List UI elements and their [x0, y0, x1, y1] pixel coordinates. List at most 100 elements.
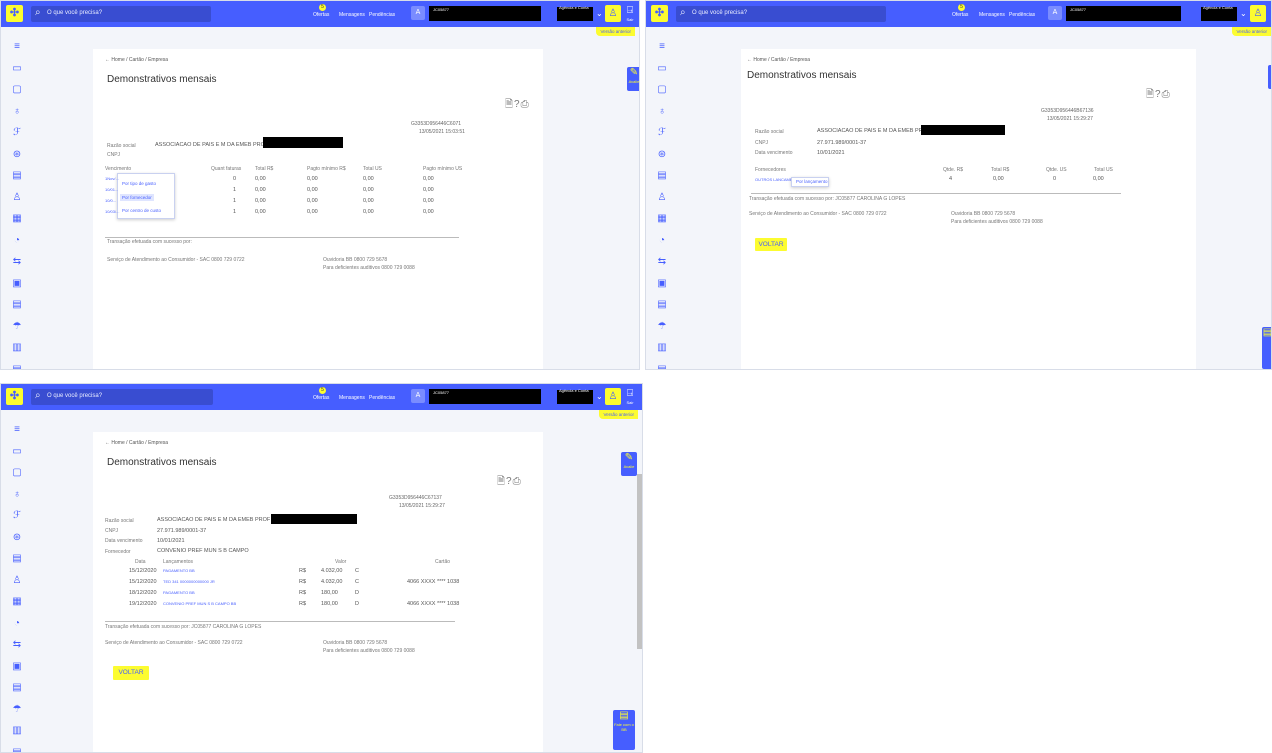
umbrella-icon[interactable]: ☂	[9, 702, 25, 718]
menu-icon[interactable]: ≡	[9, 422, 25, 438]
menu-item-por-lancamento[interactable]: Por lançamento	[794, 178, 830, 185]
avalie-button[interactable]	[1268, 65, 1271, 89]
bank-icon[interactable]: ♙	[9, 190, 25, 206]
coins-icon[interactable]: ⊛	[654, 147, 670, 163]
chevron-down-icon[interactable]: ⌄	[596, 392, 603, 401]
voltar-button[interactable]: VOLTAR	[755, 238, 787, 251]
avalie-button[interactable]: ✎ Avalie	[627, 67, 639, 91]
dollar-icon[interactable]: ℱ	[654, 125, 670, 141]
nav-mensagens[interactable]: Mensagens	[979, 12, 1005, 18]
avatar[interactable]: A	[411, 6, 425, 20]
avalie-button[interactable]: ✎ Avalie	[621, 452, 637, 476]
profile-button[interactable]: ♙	[605, 388, 621, 405]
document-icon[interactable]: ▤	[9, 297, 25, 313]
search-input[interactable]: ⌕ O que você precisa?	[676, 6, 886, 22]
coins-icon[interactable]: ⊛	[9, 147, 25, 163]
document-icon[interactable]: ▤	[654, 297, 670, 313]
avatar[interactable]: A	[1048, 6, 1062, 20]
barcode-icon[interactable]: ▥	[9, 340, 25, 356]
umbrella-icon[interactable]: ☂	[9, 319, 25, 335]
invoice-icon[interactable]: ▤	[654, 168, 670, 184]
print-icon[interactable]: ⎙	[521, 99, 530, 110]
vencimento-link[interactable]: 10/0...	[105, 198, 116, 203]
agency-account-selector[interactable]: Agência e Conta	[1201, 5, 1237, 21]
dollar-icon[interactable]: ℱ	[9, 125, 25, 141]
menu-icon[interactable]: ≡	[654, 39, 670, 55]
bb-logo-icon[interactable]: ✣	[6, 388, 23, 405]
agency-account-selector[interactable]: Agência e Conta	[557, 388, 593, 404]
document-icon[interactable]: ▤	[9, 680, 25, 696]
nav-ofertas[interactable]: Ofertas	[313, 12, 329, 18]
bb-logo-icon[interactable]: ✣	[6, 5, 23, 22]
avatar[interactable]: A	[411, 389, 425, 403]
previous-version-button[interactable]: Versão anterior	[596, 27, 635, 36]
menu-item-centro-custo[interactable]: Por centro de custo	[120, 207, 163, 214]
investment-icon[interactable]: ◔	[9, 233, 25, 249]
nav-mensagens[interactable]: Mensagens	[339, 395, 365, 401]
vencimento-link[interactable]: 1Nov/...	[105, 176, 119, 181]
account-icon[interactable]: ▭	[9, 61, 25, 77]
save-icon[interactable]: 🗎	[497, 476, 506, 487]
savings-icon[interactable]: ▦	[654, 211, 670, 227]
lancamento-link[interactable]: CONVENIO PREF MUN S B CAMPO BB	[163, 601, 236, 606]
receipt-icon[interactable]: ▤	[654, 362, 670, 370]
logout-button[interactable]: ⍈ Sair	[623, 388, 637, 406]
account-icon[interactable]: ▭	[9, 444, 25, 460]
invoice-icon[interactable]: ▤	[9, 551, 25, 567]
agency-account-selector[interactable]: Agência e Conta	[557, 5, 593, 21]
bb-logo-icon[interactable]: ✣	[651, 5, 668, 22]
profile-button[interactable]: ♙	[605, 5, 621, 22]
scrollbar-thumb[interactable]	[637, 474, 642, 649]
card-icon[interactable]: ▢	[9, 465, 25, 481]
lancamento-link[interactable]: PAGAMENTO BB	[163, 568, 195, 573]
money-bag-icon[interactable]: ♁	[9, 104, 25, 120]
breadcrumb[interactable]: ← Home / Cartão / Empresa	[105, 440, 168, 446]
umbrella-icon[interactable]: ☂	[654, 319, 670, 335]
voltar-button[interactable]: VOLTAR	[113, 666, 149, 680]
lancamento-link[interactable]: TED 341 0000000000000 JR	[163, 579, 215, 584]
nav-ofertas[interactable]: Ofertas	[313, 395, 329, 401]
search-input[interactable]: ⌕ O que você precisa?	[31, 389, 213, 405]
breadcrumb[interactable]: ← Home / Cartão / Empresa	[747, 57, 810, 63]
barcode-icon[interactable]: ▥	[9, 723, 25, 739]
invoice-icon[interactable]: ▤	[9, 168, 25, 184]
nav-mensagens[interactable]: Mensagens	[339, 12, 365, 18]
previous-version-button[interactable]: Versão anterior	[1232, 27, 1271, 36]
dollar-icon[interactable]: ℱ	[9, 508, 25, 524]
nav-pendencias[interactable]: Pendências	[369, 395, 395, 401]
nav-pendencias[interactable]: Pendências	[1009, 12, 1035, 18]
calculator-icon[interactable]: ▣	[9, 659, 25, 675]
chevron-down-icon[interactable]: ⌄	[1240, 9, 1247, 18]
menu-icon[interactable]: ≡	[9, 39, 25, 55]
transfer-icon[interactable]: ⇆	[9, 254, 25, 270]
menu-item-tipo-gasto[interactable]: Por tipo de gasto	[120, 180, 158, 187]
lancamento-link[interactable]: PAGAMENTO BB	[163, 590, 195, 595]
bank-icon[interactable]: ♙	[654, 190, 670, 206]
search-input[interactable]: ⌕ O que você precisa?	[31, 6, 211, 22]
receipt-icon[interactable]: ▤	[9, 362, 25, 370]
investment-icon[interactable]: ◔	[9, 616, 25, 632]
calculator-icon[interactable]: ▣	[9, 276, 25, 292]
card-icon[interactable]: ▢	[654, 82, 670, 98]
money-bag-icon[interactable]: ♁	[654, 104, 670, 120]
account-icon[interactable]: ▭	[654, 61, 670, 77]
transfer-icon[interactable]: ⇆	[654, 254, 670, 270]
previous-version-button[interactable]: Versão anterior	[599, 410, 638, 419]
bank-icon[interactable]: ♙	[9, 573, 25, 589]
breadcrumb[interactable]: ← Home / Cartão / Empresa	[105, 57, 168, 63]
print-icon[interactable]: ⎙	[513, 476, 522, 487]
coins-icon[interactable]: ⊛	[9, 530, 25, 546]
savings-icon[interactable]: ▦	[9, 211, 25, 227]
transfer-icon[interactable]: ⇆	[9, 637, 25, 653]
print-icon[interactable]: ⎙	[1162, 89, 1171, 100]
menu-item-fornecedor[interactable]: Por fornecedor	[120, 194, 154, 201]
fale-com-bb-button[interactable]: ▤	[1262, 327, 1271, 369]
calculator-icon[interactable]: ▣	[654, 276, 670, 292]
save-icon[interactable]: 🗎	[505, 99, 514, 110]
vencimento-link[interactable]: 10/01...	[105, 187, 118, 192]
nav-pendencias[interactable]: Pendências	[369, 12, 395, 18]
vencimento-link[interactable]: 10/03/...	[105, 209, 119, 214]
investment-icon[interactable]: ◔	[654, 233, 670, 249]
receipt-icon[interactable]: ▤	[9, 745, 25, 753]
nav-ofertas[interactable]: Ofertas	[952, 12, 968, 18]
